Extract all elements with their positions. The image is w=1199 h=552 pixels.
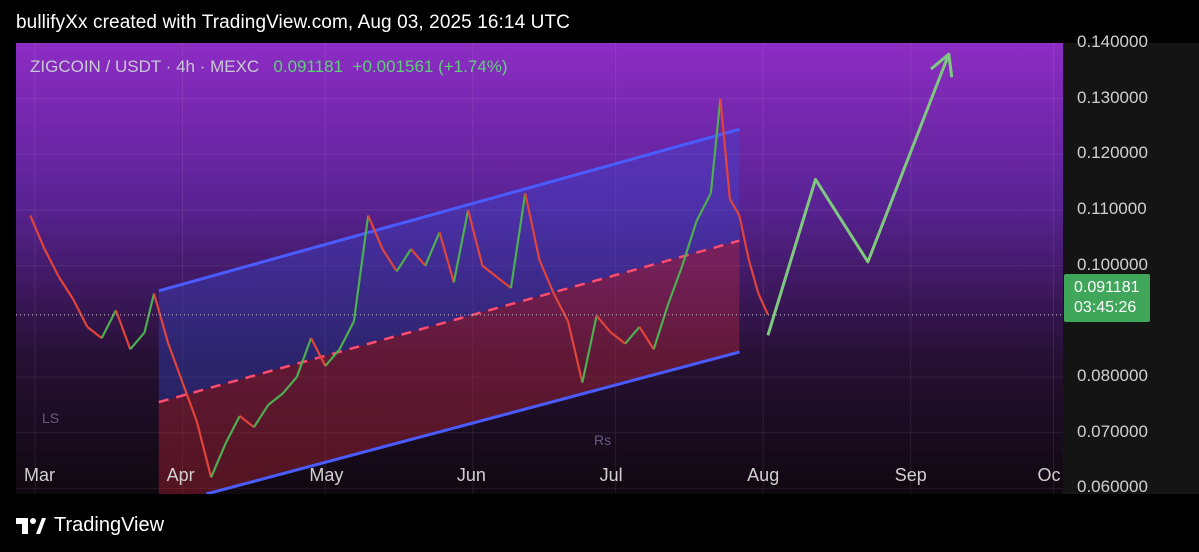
price-tick-label: 0.110000: [1077, 199, 1147, 219]
watermark-rs: Rs: [594, 432, 611, 448]
time-tick-label: Apr: [166, 465, 195, 485]
time-tick-label: Jun: [456, 465, 486, 485]
time-tick-label: Oc: [1037, 465, 1061, 485]
price-tick-label: 0.060000: [1077, 477, 1148, 497]
time-tick-label: Sep: [894, 465, 927, 485]
last-price: 0.091181 +0.001561 (+1.74%): [264, 57, 508, 76]
symbol-bar: ZIGCOIN / USDT · 4h · MEXC 0.091181 +0.0…: [30, 57, 508, 77]
price-chart[interactable]: LS Rs: [16, 43, 1063, 494]
badge-price: 0.091181: [1074, 279, 1140, 296]
time-tick-label: Mar: [24, 465, 55, 485]
watermark-ls: LS: [42, 410, 59, 426]
current-price-badge: 0.091181 03:45:26: [1064, 274, 1150, 322]
time-tick-label: Aug: [747, 465, 780, 485]
price-tick-label: 0.130000: [1077, 87, 1148, 107]
price-tick-label: 0.140000: [1077, 32, 1148, 51]
chart-credit: bullifyXx created with TradingView.com, …: [16, 12, 570, 33]
symbol-label[interactable]: ZIGCOIN / USDT · 4h · MEXC: [30, 57, 259, 76]
price-axis[interactable]: 0.060000 0.070000 0.080000 0.100000 0.110000…: [1063, 32, 1199, 497]
footer: TradingView: [16, 514, 164, 537]
price-tick-label: 0.080000: [1077, 366, 1148, 386]
price-tick-label: 0.100000: [1077, 254, 1148, 274]
time-tick-label: May: [309, 465, 344, 485]
time-tick-label: Jul: [599, 465, 623, 485]
price-change: +0.001561 (+1.74%): [352, 57, 508, 76]
price-tick-label: 0.070000: [1077, 421, 1148, 441]
tradingview-logo-icon: [16, 517, 46, 534]
badge-countdown: 03:45:26: [1074, 299, 1137, 316]
price-tick-label: 0.120000: [1077, 143, 1148, 163]
last-price-value: 0.091181: [273, 57, 344, 76]
footer-brand: TradingView: [54, 514, 165, 536]
